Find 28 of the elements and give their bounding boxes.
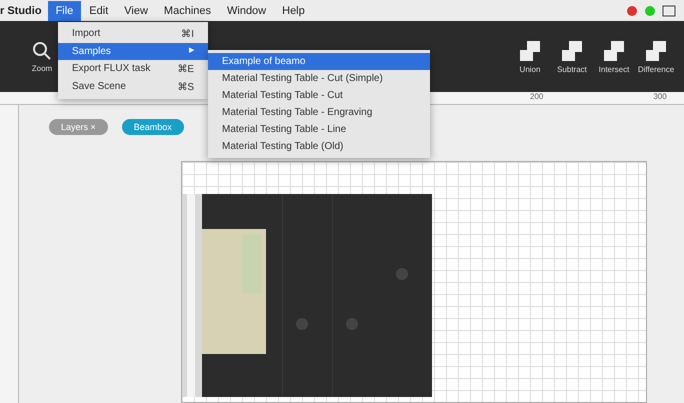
screen-icon[interactable]	[662, 4, 676, 17]
menu-option[interactable]: Material Testing Table - Cut	[208, 87, 430, 104]
app-title: r Studio	[0, 4, 43, 17]
menu-option[interactable]: Material Testing Table (Old)	[208, 138, 430, 155]
menu-item[interactable]: Edit	[81, 0, 116, 21]
ruler-label: 300	[653, 92, 667, 104]
menu-item[interactable]: Help	[274, 0, 313, 21]
menu-option[interactable]: Example of beamo	[208, 53, 430, 70]
ruler-label: 200	[530, 92, 544, 104]
menu-item[interactable]: File	[48, 0, 82, 21]
tool-button[interactable]: Intersect	[594, 40, 634, 74]
status-icon[interactable]	[626, 4, 638, 17]
tool-button[interactable]: Union	[510, 40, 550, 74]
search-icon	[32, 40, 52, 61]
tool-button[interactable]: Difference	[636, 40, 676, 74]
menu-option[interactable]: Import ⌘I	[58, 25, 208, 43]
menu-option[interactable]: Save Scene ⌘S	[58, 78, 208, 96]
shapes-icon	[519, 40, 541, 62]
menu-option[interactable]: Material Testing Table - Cut (Simple)	[208, 70, 430, 87]
shapes-icon	[603, 40, 625, 62]
menu-item[interactable]: Window	[219, 0, 274, 21]
menu-item[interactable]: Machines	[156, 0, 219, 21]
shapes-icon	[645, 40, 667, 62]
tool-button[interactable]: Subtract	[552, 40, 592, 74]
shapes-icon	[561, 40, 583, 62]
menu-item[interactable]: View	[116, 0, 156, 21]
menu-option[interactable]: Material Testing Table - Line	[208, 121, 430, 138]
menu-option[interactable]: Material Testing Table - Engraving	[208, 104, 430, 121]
